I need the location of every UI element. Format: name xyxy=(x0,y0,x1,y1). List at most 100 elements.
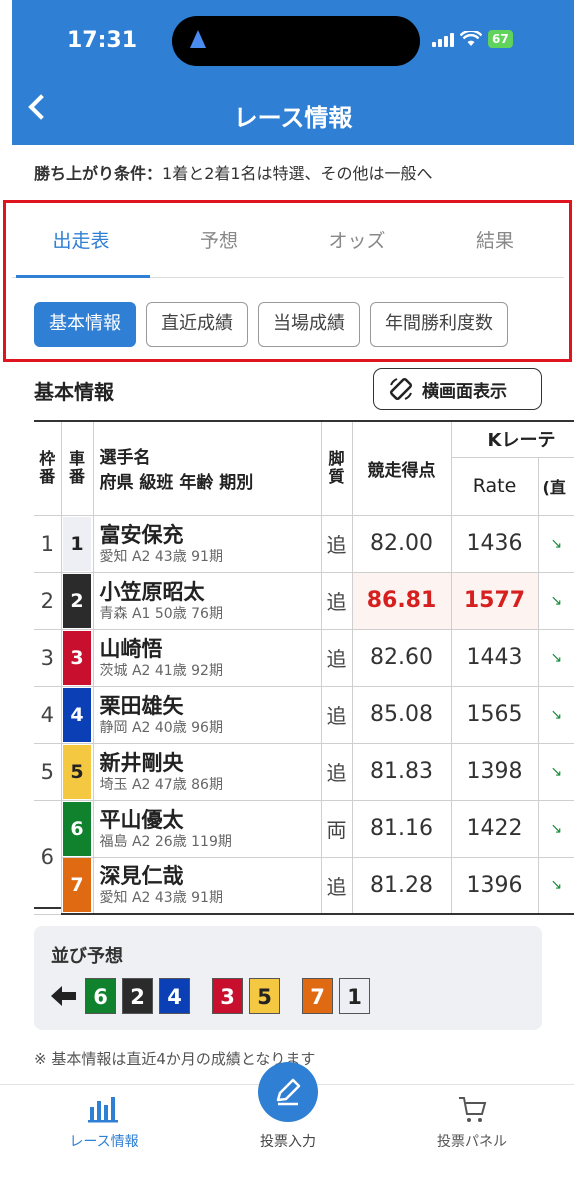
battery-icon: 67 xyxy=(488,30,513,48)
line-car-badge: 1 xyxy=(339,978,370,1014)
header-leg: 脚質 xyxy=(320,420,353,516)
status-time: 17:31 xyxy=(67,28,138,53)
cart-icon xyxy=(459,1097,487,1122)
line-prediction-lineup: 6 2 4 3 5 7 1 xyxy=(51,978,370,1014)
app-header: 17:31 67 レース情報 xyxy=(12,0,574,145)
rider-name: 深見仁哉 xyxy=(99,864,184,889)
status-icons: 67 xyxy=(432,30,513,48)
car-number-badge: 4 xyxy=(63,687,91,742)
dynamic-island xyxy=(172,16,420,66)
car-number-badge: 6 xyxy=(63,801,91,856)
leg-type: 追 xyxy=(320,571,353,630)
main-tabs: 出走表 予想 オッズ 結果 xyxy=(12,208,564,278)
frame-number: 3 xyxy=(34,628,62,687)
race-score: 85.08 xyxy=(351,685,452,744)
app-screen: 17:31 67 レース情報 勝ち上がり条件：1着と2着1名は特選、その他は一般… xyxy=(0,0,574,1200)
race-score: 86.81 xyxy=(351,571,452,630)
entry-table: 枠番 車番 選手名 府県 級班 年齢 期別 脚質 競走得点 Kレーテ Rate … xyxy=(34,420,574,915)
race-score: 82.60 xyxy=(351,628,452,687)
k-rate: 1396 xyxy=(450,856,539,915)
header-krace: Kレーテ xyxy=(450,420,574,458)
line-prediction-box: 並び予想 6 2 4 3 5 7 1 xyxy=(34,926,542,1030)
car-number-badge: 5 xyxy=(63,744,91,799)
frame-number: 6 xyxy=(34,799,62,915)
subtab-recent-results[interactable]: 直近成績 xyxy=(146,302,248,347)
tab-entry-list[interactable]: 出走表 xyxy=(12,208,150,278)
rider-name: 富安保充 xyxy=(99,522,184,547)
win-condition-label: 勝ち上がり条件： xyxy=(34,164,163,183)
leg-type: 追 xyxy=(320,856,353,915)
trend-arrow-icon: ↘ xyxy=(537,514,574,573)
line-prediction-title: 並び予想 xyxy=(51,946,123,967)
table-row[interactable]: 7 深見仁哉 愛知 A2 43歳 91期 追 81.28 1396 ↘ xyxy=(34,856,574,915)
tabbar-label: 投票パネル xyxy=(437,1134,507,1150)
car-number-badge: 7 xyxy=(63,858,91,913)
trend-arrow-icon: ↘ xyxy=(537,571,574,630)
table-bottom-rule xyxy=(34,907,61,909)
rider-profile: 茨城 A2 41歳 92期 xyxy=(99,662,223,679)
table-row[interactable]: 2 2 小笠原昭太 青森 A1 50歳 76期 追 86.81 1577 ↘ xyxy=(34,571,574,630)
frame-number: 2 xyxy=(34,571,62,630)
table-row[interactable]: 5 5 新井剛央 埼玉 A2 47歳 86期 追 81.83 1398 ↘ xyxy=(34,742,574,801)
page-title: レース情報 xyxy=(233,104,353,132)
header-frame: 枠番 xyxy=(34,420,62,516)
leg-type: 追 xyxy=(320,742,353,801)
car-number-badge: 3 xyxy=(63,630,91,685)
vote-input-fab[interactable] xyxy=(258,1062,318,1122)
sub-tabs: 基本情報 直近成績 当場成績 年間勝利度数 xyxy=(34,302,508,347)
subtab-venue-results[interactable]: 当場成績 xyxy=(258,302,360,347)
line-car-badge: 6 xyxy=(85,978,116,1014)
race-score: 82.00 xyxy=(351,514,452,573)
tab-odds[interactable]: オッズ xyxy=(288,208,426,277)
leg-type: 追 xyxy=(320,514,353,573)
frame-number: 1 xyxy=(34,514,62,573)
section-title: 基本情報 xyxy=(34,380,114,404)
rotate-icon xyxy=(389,377,413,401)
rider-profile: 静岡 A2 40歳 96期 xyxy=(99,719,223,736)
tab-results[interactable]: 結果 xyxy=(426,208,564,277)
race-score: 81.83 xyxy=(351,742,452,801)
leg-type: 追 xyxy=(320,685,353,744)
chart-icon xyxy=(88,1097,118,1123)
win-condition-text: 1着と2着1名は特選、その他は一般へ xyxy=(162,164,433,183)
race-score: 81.28 xyxy=(351,856,452,915)
header-car: 車番 xyxy=(60,420,94,516)
car-number-badge: 2 xyxy=(63,573,91,628)
line-car-badge: 2 xyxy=(122,978,153,1014)
header-trend: (直 xyxy=(537,456,574,516)
rider-name: 平山優太 xyxy=(99,807,184,832)
table-row[interactable]: 6 6 平山優太 福島 A2 26歳 119期 両 81.16 1422 ↘ xyxy=(34,799,574,915)
header-rate: Rate xyxy=(450,456,539,516)
leg-type: 両 xyxy=(320,799,353,858)
signal-icon xyxy=(432,31,454,47)
trend-arrow-icon: ↘ xyxy=(537,742,574,801)
table-row[interactable]: 4 4 栗田雄矢 静岡 A2 40歳 96期 追 85.08 1565 ↘ xyxy=(34,685,574,744)
line-car-badge: 3 xyxy=(212,978,243,1014)
win-condition: 勝ち上がり条件：1着と2着1名は特選、その他は一般へ xyxy=(34,160,433,184)
line-car-badge: 4 xyxy=(159,978,190,1014)
tab-prediction[interactable]: 予想 xyxy=(150,208,288,277)
subtab-basic-info[interactable]: 基本情報 xyxy=(34,302,136,347)
frame-number: 4 xyxy=(34,685,62,744)
subtab-annual-wins[interactable]: 年間勝利度数 xyxy=(370,302,508,347)
rider-profile: 愛知 A2 43歳 91期 xyxy=(99,890,223,907)
tabbar-label: 投票入力 xyxy=(260,1134,316,1150)
leg-type: 追 xyxy=(320,628,353,687)
k-rate: 1422 xyxy=(450,799,539,858)
pen-icon xyxy=(276,1078,301,1106)
table-row[interactable]: 3 3 山崎悟 茨城 A2 41歳 92期 追 82.60 1443 ↘ xyxy=(34,628,574,687)
arrow-left-icon xyxy=(51,986,76,1006)
rider-profile: 愛知 A2 43歳 91期 xyxy=(99,548,223,565)
k-rate: 1436 xyxy=(450,514,539,573)
landscape-button[interactable]: 横画面表示 xyxy=(373,368,542,410)
race-score: 81.16 xyxy=(351,799,452,858)
rider-name: 新井剛央 xyxy=(99,750,184,775)
line-car-badge: 5 xyxy=(249,978,280,1014)
table-row[interactable]: 1 1 富安保充 愛知 A2 43歳 91期 追 82.00 1436 ↘ xyxy=(34,514,574,573)
trend-arrow-icon: ↘ xyxy=(537,856,574,915)
car-number-badge: 1 xyxy=(63,516,91,571)
k-rate: 1443 xyxy=(450,628,539,687)
rider-profile: 福島 A2 26歳 119期 xyxy=(99,833,232,850)
header-rider-profile: 府県 級班 年齢 期別 xyxy=(99,473,254,494)
tabbar-label: レース情報 xyxy=(69,1134,139,1150)
